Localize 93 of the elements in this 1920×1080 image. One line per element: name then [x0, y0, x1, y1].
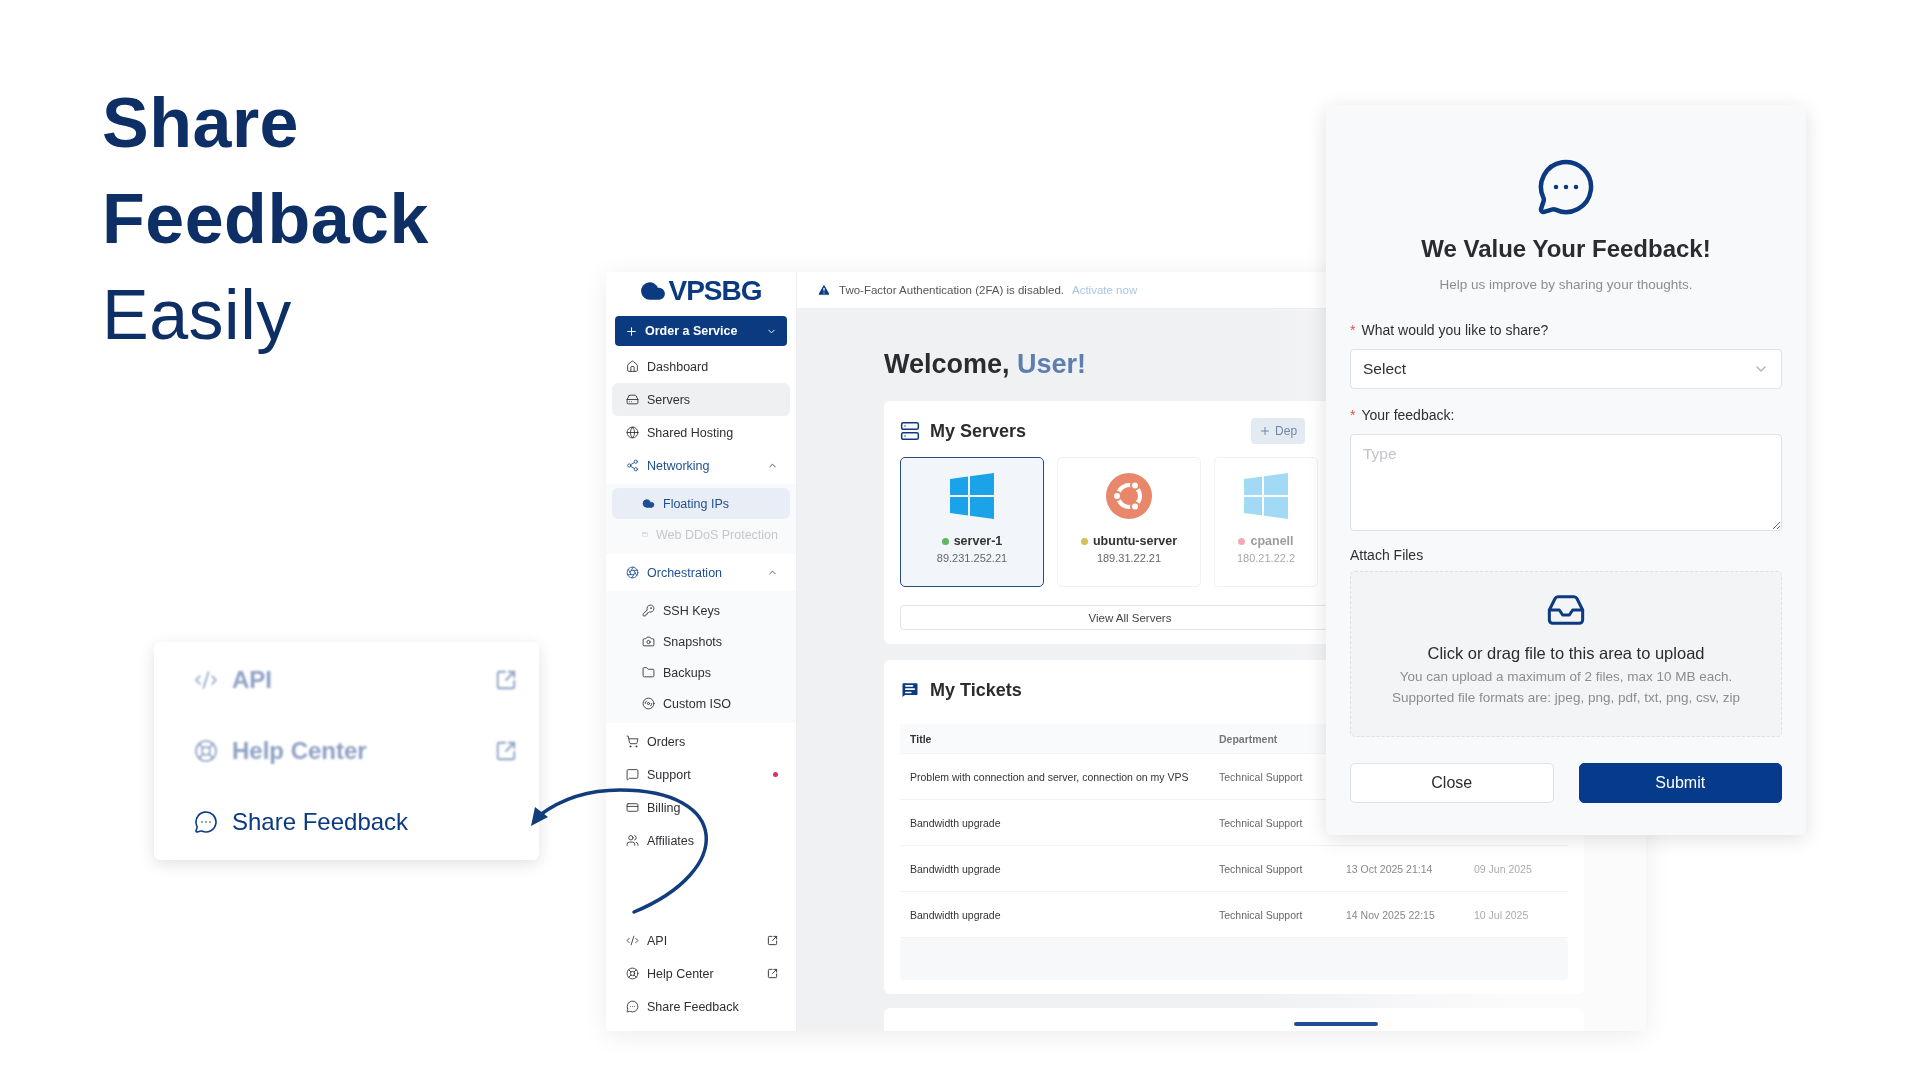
table-cell-text: 10 Jul 2025	[1474, 908, 1530, 921]
submenu-item[interactable]: Backups	[612, 657, 790, 688]
upload-area[interactable]: Click or drag file to this area to upload You can upload a maximum of 2 files, max 10 MB each. Supported file formats are: jpeg, png, pdf, txt, png, csv, zip	[1350, 571, 1782, 737]
field-label: What would you like to share?	[1361, 322, 1549, 339]
sidebar-item[interactable]: Networking	[612, 449, 790, 482]
table-cell-text: Problem with connection and server, connection on my VPS	[910, 770, 1190, 783]
submenu-item[interactable]: Custom ISO	[612, 688, 790, 719]
feedback-field[interactable]: Type	[1350, 434, 1782, 531]
menu-item-icon	[194, 810, 218, 834]
dialog-title: We Value Your Feedback!	[1420, 235, 1712, 263]
ubuntu-logo-icon	[1105, 472, 1153, 520]
sidebar-item[interactable]: Orders	[612, 725, 790, 758]
submenu-item[interactable]: SSH Keys	[612, 595, 790, 626]
upload-hint: You can upload a maximum of 2 files, max 10 MB each.	[1399, 669, 1733, 684]
required-mark: *	[1350, 322, 1356, 339]
column-header: Department	[1219, 732, 1279, 745]
sidebar-item[interactable]: Support	[612, 758, 790, 791]
server-card[interactable]: ubuntu-server 189.31.22.21	[1057, 457, 1201, 587]
logo-text: VPSBG	[668, 275, 762, 307]
sidebar-item-icon	[626, 393, 639, 406]
welcome-heading: Welcome, User!	[884, 349, 1087, 381]
submenu-item-icon	[642, 604, 655, 617]
plus-icon	[625, 324, 638, 338]
submenu-item-icon	[642, 497, 655, 510]
sidebar-item[interactable]: Help Center	[612, 957, 790, 990]
sidebar-item[interactable]: Billing	[612, 791, 790, 824]
required-mark: *	[1350, 407, 1356, 424]
upload-hint: Supported file formats are: jpeg, png, pdf, txt, png, csv, zip	[1392, 690, 1740, 705]
table-cell-text: 13 Oct 2025 21:14	[1346, 862, 1434, 875]
sidebar-item-icon	[626, 360, 639, 373]
windows-logo-icon	[1242, 472, 1290, 520]
sidebar-item-icon	[626, 967, 639, 980]
sidebar-item-icon	[626, 426, 639, 439]
warning-icon	[817, 283, 831, 297]
ticket-icon	[900, 680, 920, 700]
close-button[interactable]: Close	[1350, 763, 1554, 803]
sidebar-item-icon	[626, 768, 639, 781]
table-cell-text: Technical Support	[1219, 908, 1304, 921]
server-name: cpanell	[1250, 534, 1294, 548]
sidebar-item-icon	[626, 934, 639, 947]
table-cell-text: 14 Nov 2025 22:15	[1346, 908, 1436, 921]
sidebar-item-icon	[626, 735, 639, 748]
headline-text: Easily	[102, 276, 293, 354]
table-cell-text: Bandwidth upgrade	[910, 816, 1002, 829]
table-cell-text: Technical Support	[1219, 862, 1304, 875]
table-cell-text: Bandwidth upgrade	[910, 908, 1002, 921]
column-header: Title	[910, 732, 933, 745]
plus-icon	[1259, 425, 1272, 437]
menu-item-icon	[194, 739, 218, 763]
server-ip: 89.231.252.21	[936, 552, 1008, 564]
sidebar-item-icon	[626, 459, 639, 472]
field-label: Your feedback:	[1361, 407, 1455, 424]
sidebar-item[interactable]: Shared Hosting	[612, 416, 790, 449]
submit-button[interactable]: Submit	[1578, 763, 1782, 803]
card-title: My Servers	[930, 420, 1027, 442]
select-field[interactable]: Select	[1350, 349, 1782, 389]
submenu-item[interactable]: Floating IPs	[612, 488, 790, 519]
server-name: server-1	[953, 534, 1003, 548]
sidebar-item[interactable]: Servers	[612, 383, 790, 416]
order-service-button[interactable]: Order a Service	[615, 316, 787, 346]
submenu-item-icon	[642, 666, 655, 679]
server-name: ubuntu-server	[1092, 534, 1177, 548]
sidebar-item[interactable]: API	[612, 924, 790, 957]
sidebar-item-icon	[626, 834, 639, 847]
upload-title: Click or drag file to this area to upload	[1427, 644, 1705, 663]
sidebar-item-icon	[626, 801, 639, 814]
sidebar-item-icon	[626, 1000, 639, 1013]
sidebar-item[interactable]: Share Feedback	[612, 990, 790, 1023]
alert-text: Two-Factor Authentication (2FA) is disabled.	[839, 284, 1064, 296]
sidebar-item[interactable]: Orchestration	[612, 556, 790, 589]
sidebar-item[interactable]: Dashboard	[612, 350, 790, 383]
server-ip: 189.31.22.21	[1096, 552, 1162, 564]
chat-bubble-icon	[1536, 157, 1596, 217]
windows-logo-icon	[948, 472, 996, 520]
sidebar-item-icon	[626, 566, 639, 579]
submenu-item-icon	[642, 635, 655, 648]
card-title: My Tickets	[930, 679, 1022, 701]
server-stack-icon	[900, 421, 920, 441]
submenu-item-icon	[642, 697, 655, 710]
table-cell-text: Technical Support	[1219, 770, 1304, 783]
table-cell-text: 09 Jun 2025	[1474, 862, 1533, 875]
table-cell-text: Bandwidth upgrade	[910, 862, 1002, 875]
server-card[interactable]: server-1 89.231.252.21	[900, 457, 1044, 587]
menu-item-icon	[194, 668, 218, 692]
field-label: Attach Files	[1350, 547, 1425, 563]
server-ip: 180.21.22.2	[1236, 552, 1296, 564]
submenu-item[interactable]: Snapshots	[612, 626, 790, 657]
dialog-subtitle: Help us improve by sharing your thoughts.	[1438, 277, 1694, 292]
sidebar-item[interactable]: Affiliates	[612, 824, 790, 857]
table-cell-text: Technical Support	[1219, 816, 1304, 829]
menu-item[interactable]: Share Feedback	[194, 808, 517, 836]
headline-text: Share	[102, 84, 301, 162]
headline-text: Feedback	[102, 180, 429, 258]
